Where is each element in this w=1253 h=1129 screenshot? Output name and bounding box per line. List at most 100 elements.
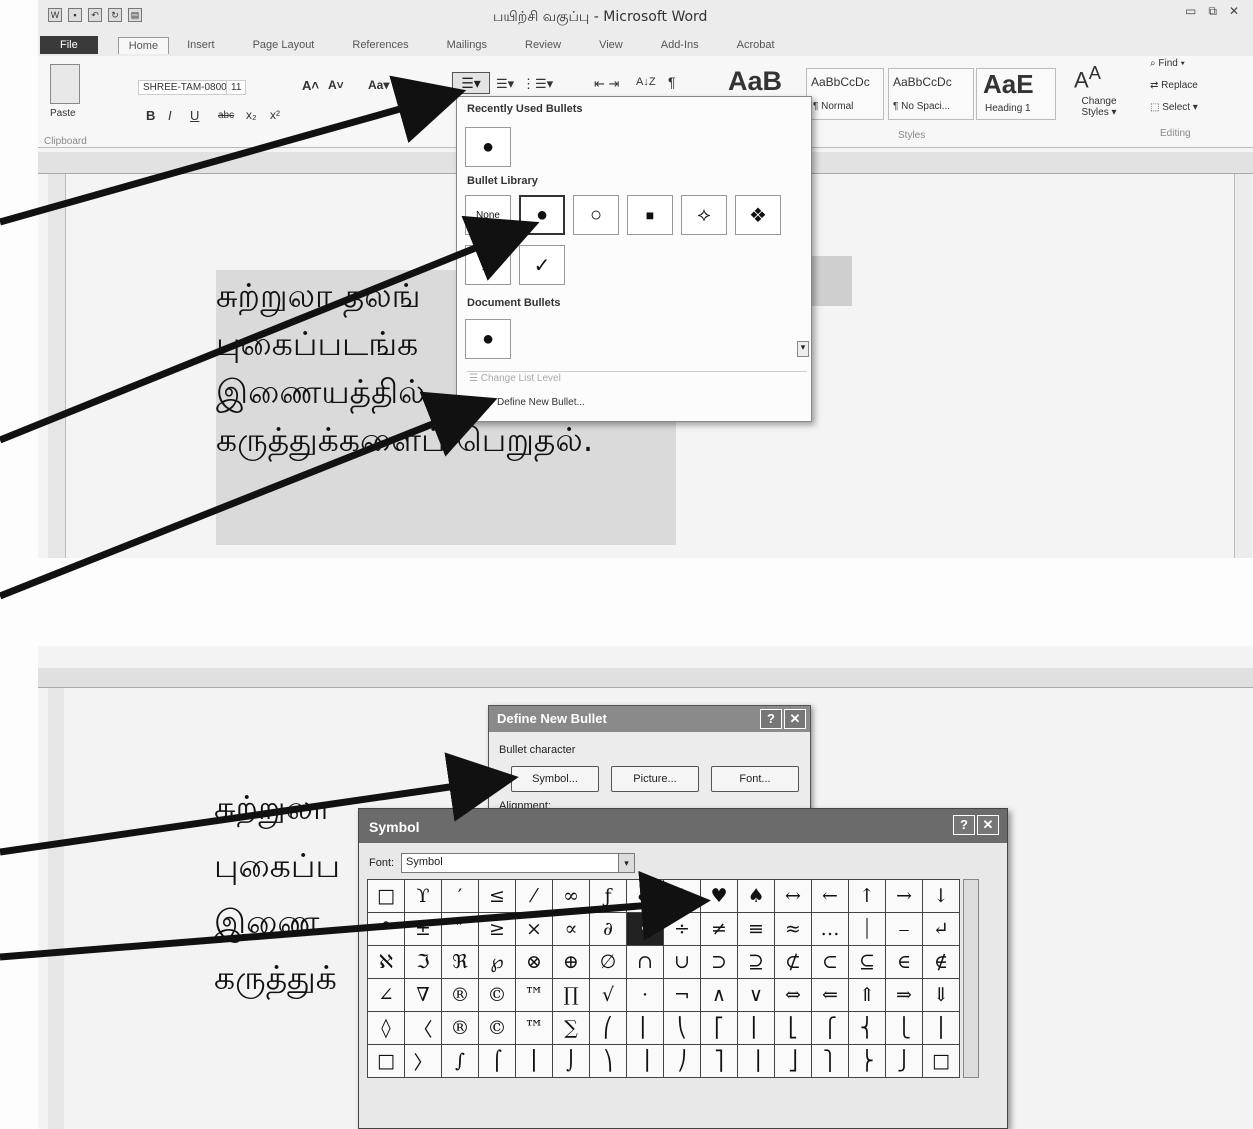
symbol-cell[interactable]: ∫ — [442, 1045, 479, 1078]
symbol-cell[interactable]: ⎢ — [738, 1012, 775, 1045]
superscript-button[interactable]: x² — [270, 108, 280, 122]
symbol-cell[interactable]: ∂ — [590, 913, 627, 946]
symbol-cell[interactable]: □ — [923, 1045, 960, 1078]
tab-page-layout[interactable]: Page Layout — [253, 39, 315, 51]
symbol-cell[interactable]: ∏ — [553, 979, 590, 1012]
symbol-cell[interactable]: ÷ — [664, 913, 701, 946]
tab-insert[interactable]: Insert — [187, 39, 215, 51]
symbol-cell[interactable]: ⇒ — [886, 979, 923, 1012]
tab-add-ins[interactable]: Add-Ins — [661, 39, 699, 51]
symbol-cell[interactable]: ⇓ — [923, 979, 960, 1012]
symbol-cell[interactable]: ⎮ — [516, 1045, 553, 1078]
tab-review[interactable]: Review — [525, 39, 561, 51]
symbol-cell[interactable]: ⏐ — [849, 913, 886, 946]
paste-icon[interactable] — [50, 64, 80, 104]
style-gallery-aab[interactable]: AaB — [728, 66, 782, 97]
symbol-cell[interactable]: → — [886, 880, 923, 913]
symbol-cell[interactable]: ∝ — [553, 913, 590, 946]
bullet-ornament[interactable]: ⟡ — [681, 195, 727, 235]
symbol-cell[interactable]: ← — [812, 880, 849, 913]
symbol-cell[interactable]: ∉ — [923, 946, 960, 979]
symbol-cell[interactable]: ⇐ — [812, 979, 849, 1012]
symbol-cell[interactable]: ⎜ — [627, 1012, 664, 1045]
font-button[interactable]: Font... — [711, 766, 799, 792]
symbol-cell[interactable]: ™ — [516, 1012, 553, 1045]
symbol-cell[interactable]: ⎬ — [849, 1045, 886, 1078]
strikethrough-button[interactable]: abc — [218, 110, 234, 121]
vertical-scrollbar[interactable] — [1234, 174, 1252, 558]
symbol-cell[interactable]: ∞ — [553, 880, 590, 913]
symbol-cell[interactable]: ⎪ — [923, 1012, 960, 1045]
symbol-cell[interactable]: ± — [405, 913, 442, 946]
symbol-cell[interactable]: ∑ — [553, 1012, 590, 1045]
style-normal[interactable]: AaBbCcDc ¶ Normal — [806, 68, 884, 120]
symbol-cell[interactable]: ⊇ — [738, 946, 775, 979]
bullets-button[interactable]: ☰▾ — [452, 72, 490, 94]
symbol-cell[interactable]: ¬ — [664, 979, 701, 1012]
document-bullet-disc[interactable]: ● — [465, 319, 511, 359]
tab-acrobat[interactable]: Acrobat — [737, 39, 775, 51]
symbol-cell[interactable]: ↵ — [923, 913, 960, 946]
symbol-cell[interactable]: ♠ — [738, 880, 775, 913]
bullet-check[interactable]: ✓ — [519, 245, 565, 285]
indent-icon[interactable]: ⇤ ⇥ — [594, 76, 619, 92]
symbol-cell[interactable]: ⎟ — [627, 1045, 664, 1078]
grow-font-button[interactable]: A˄ — [302, 78, 319, 93]
symbol-cell[interactable]: ♥ — [701, 880, 738, 913]
menu-scroll-down[interactable]: ▾ — [797, 341, 809, 357]
symbol-cell[interactable]: ⇑ — [849, 979, 886, 1012]
symbol-cell[interactable]: ⊂ — [812, 946, 849, 979]
replace-button[interactable]: ⇄ Replace — [1150, 80, 1198, 91]
symbol-cell[interactable]: ≡ — [738, 913, 775, 946]
symbol-cell[interactable]: ⊗ — [516, 946, 553, 979]
symbol-cell[interactable]: ∇ — [405, 979, 442, 1012]
bullet-circle[interactable]: ○ — [573, 195, 619, 235]
symbol-cell[interactable]: ⎭ — [886, 1045, 923, 1078]
bullet-arrow[interactable]: ➢ — [465, 245, 511, 285]
symbol-cell[interactable]: ⎝ — [664, 1012, 701, 1045]
symbol-cell[interactable]: ⋅ — [627, 979, 664, 1012]
chevron-down-icon[interactable]: ▾ — [618, 854, 634, 872]
symbol-cell[interactable]: ⎤ — [701, 1045, 738, 1078]
picture-button[interactable]: Picture... — [611, 766, 699, 792]
symbol-cell[interactable]: ⊕ — [553, 946, 590, 979]
symbol-cell[interactable]: ⎨ — [849, 1012, 886, 1045]
symbol-cell[interactable]: ⎠ — [664, 1045, 701, 1078]
shrink-font-button[interactable]: A˅ — [328, 78, 344, 92]
bullet-disc[interactable]: ● — [519, 195, 565, 235]
symbol-cell[interactable]: □ — [368, 1045, 405, 1078]
symbol-cell[interactable]: ∠ — [368, 979, 405, 1012]
underline-button[interactable]: U — [190, 108, 199, 123]
symbol-cell[interactable]: ≥ — [479, 913, 516, 946]
symbol-cell[interactable]: ♣ — [627, 880, 664, 913]
symbol-cell[interactable]: ℜ — [442, 946, 479, 979]
symbol-cell[interactable]: ⊃ — [701, 946, 738, 979]
symbol-cell[interactable]: ϒ — [405, 880, 442, 913]
numbering-icon[interactable]: ☰▾ — [496, 76, 514, 92]
symbol-cell[interactable]: ◊ — [368, 1012, 405, 1045]
symbol-cell[interactable]: ∅ — [590, 946, 627, 979]
font-select[interactable]: Symbol ▾ — [401, 853, 635, 873]
symbol-cell[interactable]: ∪ — [664, 946, 701, 979]
horizontal-ruler-2[interactable] — [38, 668, 1253, 688]
symbol-cell[interactable]: ⇔ — [775, 979, 812, 1012]
symbol-cell[interactable]: ⎡ — [701, 1012, 738, 1045]
symbol-cell[interactable]: ⎯ — [886, 913, 923, 946]
symbol-cell[interactable]: ≠ — [701, 913, 738, 946]
symbol-cell[interactable]: ⊄ — [775, 946, 812, 979]
symbol-cell[interactable]: □ — [368, 880, 405, 913]
style-no-spacing[interactable]: AaBbCcDc ¶ No Spaci... — [888, 68, 974, 120]
symbol-cell[interactable]: ∈ — [886, 946, 923, 979]
bullet-square[interactable]: ■ — [627, 195, 673, 235]
symbol-cell[interactable]: ″ — [442, 913, 479, 946]
find-button[interactable]: ⌕ Find ▾ — [1150, 58, 1185, 69]
symbol-cell[interactable]: ⌡ — [553, 1045, 590, 1078]
change-styles-icon[interactable]: AA — [1074, 62, 1101, 93]
save-icon[interactable]: ▪ — [68, 8, 82, 22]
symbol-cell[interactable]: ↓ — [923, 880, 960, 913]
symbol-cell[interactable]: ⎫ — [812, 1045, 849, 1078]
define-new-bullet-item[interactable]: Define New Bullet... — [497, 397, 585, 408]
symbol-close-icon[interactable]: ✕ — [977, 815, 999, 835]
symbol-cell[interactable]: ⎦ — [775, 1045, 812, 1078]
close-icon[interactable]: ✕ — [784, 709, 806, 729]
